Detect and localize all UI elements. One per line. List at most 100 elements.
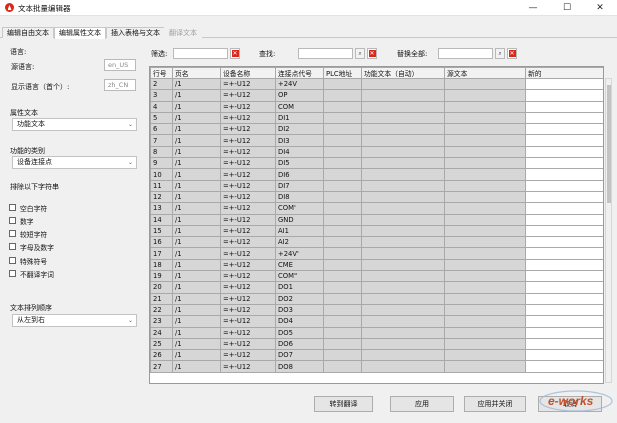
exclude-option-special[interactable]: 特殊符号 bbox=[9, 256, 47, 266]
table-row[interactable]: 6/1 =+-U12 DI2 bbox=[150, 123, 603, 136]
exclude-option-whitespace[interactable]: 空白字符 bbox=[9, 203, 47, 213]
cell-new-text[interactable] bbox=[525, 224, 603, 238]
checkbox[interactable] bbox=[9, 243, 16, 250]
cell-new-text[interactable] bbox=[525, 145, 603, 159]
checkbox[interactable] bbox=[9, 204, 16, 211]
apply-close-button[interactable]: 应用并关闭 bbox=[464, 396, 526, 412]
checkbox[interactable] bbox=[9, 270, 16, 277]
exclude-option-digits[interactable]: 数字 bbox=[9, 216, 34, 226]
cell-new-text[interactable] bbox=[525, 315, 603, 328]
cell-new-text[interactable] bbox=[525, 179, 603, 192]
exclude-option-alnum[interactable]: 字母及数字 bbox=[9, 242, 54, 252]
table-row[interactable]: 18/1 =+-U12 CME bbox=[150, 258, 603, 272]
column-header-source-text[interactable]: 源文本 bbox=[444, 67, 526, 79]
close-button[interactable]: ✕ bbox=[583, 0, 617, 16]
table-row[interactable]: 17/1 =+-U12 +24V' bbox=[150, 247, 603, 260]
table-row[interactable]: 11/1 =+-U12 DI7 bbox=[150, 179, 603, 192]
tab-edit-property-text[interactable]: 编辑属性文本 bbox=[54, 27, 106, 39]
table-row[interactable]: 9/1 =+-U12 DI5 bbox=[150, 157, 603, 170]
cell-new-text[interactable] bbox=[525, 303, 603, 317]
column-header-device-name[interactable]: 设备名称 bbox=[220, 67, 276, 79]
cell-new-text[interactable] bbox=[525, 89, 603, 102]
text-order-select[interactable]: 从左到右 ⌄ bbox=[12, 314, 137, 327]
cell-connection-point: DI7 bbox=[275, 179, 324, 192]
source-language-field[interactable]: en_US bbox=[104, 59, 136, 71]
table-row[interactable]: 22/1 =+-U12 DO3 bbox=[150, 303, 603, 317]
goto-translate-button[interactable]: 转到翻译 bbox=[314, 396, 373, 412]
replace-input[interactable] bbox=[438, 48, 493, 59]
cell-new-text[interactable] bbox=[525, 337, 603, 351]
minimize-button[interactable]: — bbox=[516, 0, 550, 16]
cell-new-text[interactable] bbox=[525, 326, 603, 339]
find-options-button[interactable]: ⌕ bbox=[355, 48, 365, 59]
cell-function-text bbox=[361, 145, 445, 159]
cell-new-text[interactable] bbox=[525, 100, 603, 113]
cell-new-text[interactable] bbox=[525, 360, 603, 373]
maximize-button[interactable]: ☐ bbox=[550, 0, 584, 16]
filter-input[interactable] bbox=[173, 48, 228, 59]
cell-new-text[interactable] bbox=[525, 281, 603, 294]
column-header-plc-address[interactable]: PLC地址 bbox=[323, 67, 362, 79]
cell-new-text[interactable] bbox=[525, 292, 603, 305]
vertical-scrollbar[interactable] bbox=[605, 78, 612, 383]
cell-new-text[interactable] bbox=[525, 190, 603, 204]
table-row[interactable]: 21/1 =+-U12 DO2 bbox=[150, 292, 603, 305]
cell-new-text[interactable] bbox=[525, 157, 603, 170]
table-row[interactable]: 23/1 =+-U12 DO4 bbox=[150, 315, 603, 328]
cell-new-text[interactable] bbox=[525, 349, 603, 362]
find-input[interactable] bbox=[298, 48, 353, 59]
checkbox[interactable] bbox=[9, 230, 16, 237]
table-row[interactable]: 27/1 =+-U12 DO8 bbox=[150, 360, 603, 373]
cell-new-text[interactable] bbox=[525, 236, 603, 249]
column-header-new[interactable]: 新的 bbox=[525, 67, 603, 79]
column-header-row-number[interactable]: 行号 bbox=[150, 67, 173, 79]
replace-options-button[interactable]: ⌕ bbox=[495, 48, 505, 59]
column-header-page-name[interactable]: 页名 bbox=[172, 67, 221, 79]
table-row[interactable]: 3/1 =+-U12 OP bbox=[150, 89, 603, 102]
table-row[interactable]: 2/1 =+-U12 +24V bbox=[150, 77, 603, 91]
table-row[interactable]: 8/1 =+-U12 DI4 bbox=[150, 145, 603, 159]
checkbox[interactable] bbox=[9, 257, 16, 264]
cell-connection-point: DO5 bbox=[275, 326, 324, 339]
tab-insert-table-text[interactable]: 插入表格与文本 bbox=[106, 27, 165, 38]
column-header-connection-point[interactable]: 连接点代号 bbox=[275, 67, 324, 79]
cell-new-text[interactable] bbox=[525, 247, 603, 260]
cell-plc-address bbox=[323, 360, 362, 373]
replace-clear-button[interactable]: ✕ bbox=[507, 48, 517, 59]
apply-button[interactable]: 应用 bbox=[390, 396, 454, 412]
cell-new-text[interactable] bbox=[525, 258, 603, 272]
function-category-select[interactable]: 设备连接点 ⌄ bbox=[12, 156, 137, 169]
cell-new-text[interactable] bbox=[525, 270, 603, 283]
table-row[interactable]: 7/1 =+-U12 DI3 bbox=[150, 134, 603, 147]
display-language-field[interactable]: zh_CN bbox=[104, 79, 136, 91]
find-clear-button[interactable]: ✕ bbox=[367, 48, 377, 59]
cell-new-text[interactable] bbox=[525, 123, 603, 136]
table-row[interactable]: 26/1 =+-U12 DO7 bbox=[150, 349, 603, 362]
exclude-option-no-translate[interactable]: 不翻译字词 bbox=[9, 269, 54, 279]
cell-new-text[interactable] bbox=[525, 202, 603, 215]
table-row[interactable]: 13/1 =+-U12 COM' bbox=[150, 202, 603, 215]
table-row[interactable]: 10/1 =+-U12 DI6 bbox=[150, 168, 603, 181]
column-header-function-text[interactable]: 功能文本（自动） bbox=[361, 67, 445, 79]
cell-new-text[interactable] bbox=[525, 168, 603, 181]
cell-new-text[interactable] bbox=[525, 213, 603, 226]
table-row[interactable]: 12/1 =+-U12 DI8 bbox=[150, 190, 603, 204]
table-row[interactable]: 25/1 =+-U12 DO6 bbox=[150, 337, 603, 351]
table-row[interactable]: 15/1 =+-U12 AI1 bbox=[150, 224, 603, 238]
scrollbar-thumb[interactable] bbox=[607, 85, 611, 203]
table-row[interactable]: 5/1 =+-U12 DI1 bbox=[150, 111, 603, 125]
cell-new-text[interactable] bbox=[525, 77, 603, 91]
cell-new-text[interactable] bbox=[525, 111, 603, 125]
table-row[interactable]: 16/1 =+-U12 AI2 bbox=[150, 236, 603, 249]
table-row[interactable]: 20/1 =+-U12 DO1 bbox=[150, 281, 603, 294]
table-row[interactable]: 14/1 =+-U12 GND bbox=[150, 213, 603, 226]
property-text-select[interactable]: 功能文本 ⌄ bbox=[12, 118, 137, 131]
checkbox[interactable] bbox=[9, 217, 16, 224]
table-row[interactable]: 4/1 =+-U12 COM bbox=[150, 100, 603, 113]
tab-edit-free-text[interactable]: 编辑自由文本 bbox=[2, 27, 54, 38]
exclude-option-short[interactable]: 较短字符 bbox=[9, 229, 47, 239]
filter-clear-button[interactable]: ✕ bbox=[230, 48, 240, 59]
cell-new-text[interactable] bbox=[525, 134, 603, 147]
table-row[interactable]: 19/1 =+-U12 COM" bbox=[150, 270, 603, 283]
table-row[interactable]: 24/1 =+-U12 DO5 bbox=[150, 326, 603, 339]
